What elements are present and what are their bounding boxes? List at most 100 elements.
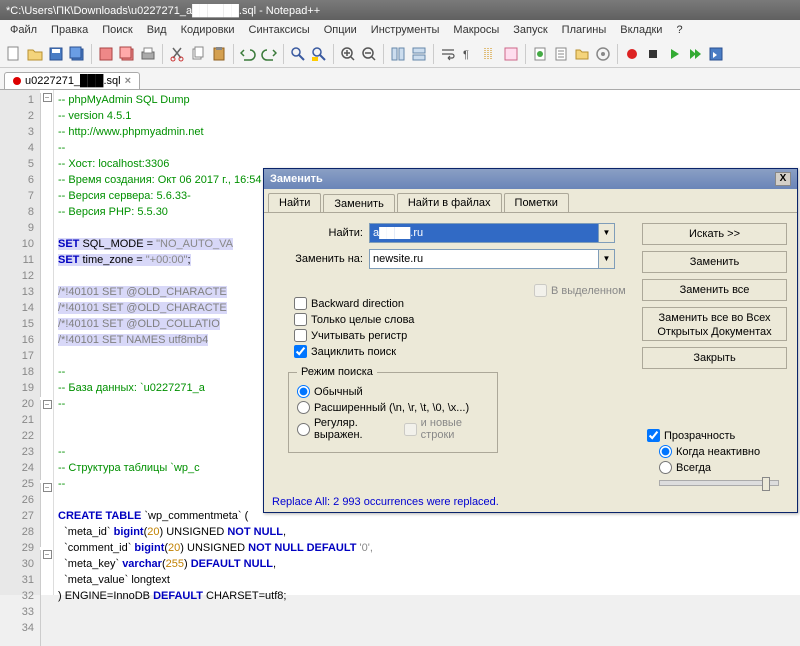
code-text: NOT NULL — [227, 526, 283, 538]
replace-button[interactable]: Заменить — [642, 251, 787, 273]
code-text: , — [283, 526, 286, 538]
backward-checkbox[interactable] — [294, 297, 307, 310]
tab-replace[interactable]: Заменить — [323, 194, 394, 213]
redo-icon[interactable] — [260, 45, 278, 63]
toolbar-separator — [91, 44, 92, 64]
match-case-checkbox[interactable] — [294, 329, 307, 342]
doc-map-icon[interactable] — [531, 45, 549, 63]
tab-close-icon[interactable]: × — [125, 75, 131, 87]
sync-h-icon[interactable] — [410, 45, 428, 63]
menu-help[interactable]: ? — [670, 22, 688, 38]
menu-plugins[interactable]: Плагины — [556, 22, 613, 38]
trans-inactive-radio[interactable] — [659, 445, 672, 458]
menu-run[interactable]: Запуск — [507, 22, 553, 38]
tab-mark[interactable]: Пометки — [504, 193, 569, 212]
paste-icon[interactable] — [210, 45, 228, 63]
menu-search[interactable]: Поиск — [96, 22, 138, 38]
indent-guide-icon[interactable] — [481, 45, 499, 63]
dialog-close-icon[interactable]: X — [775, 172, 791, 186]
func-list-icon[interactable] — [552, 45, 570, 63]
menu-encoding[interactable]: Кодировки — [175, 22, 241, 38]
slider-thumb-icon[interactable] — [762, 477, 770, 491]
file-tab[interactable]: u0227271_███.sql × — [4, 72, 140, 89]
play-multi-icon[interactable] — [686, 45, 704, 63]
print-icon[interactable] — [139, 45, 157, 63]
folder-panel-icon[interactable] — [573, 45, 591, 63]
open-file-icon[interactable] — [26, 45, 44, 63]
code-text: /*!40101 SET @OLD_CHARACTE — [58, 286, 227, 298]
wrap-checkbox[interactable] — [294, 345, 307, 358]
whole-words-checkbox[interactable] — [294, 313, 307, 326]
mode-extended-row: Расширенный (\n, \r, \t, \0, \x...) — [297, 401, 489, 414]
line-num: 1 — [0, 92, 34, 108]
dialog-buttons: Искать >> Заменить Заменить все Заменить… — [642, 223, 787, 375]
line-num: 23 — [0, 444, 34, 460]
replace-dropdown-icon[interactable]: ▼ — [599, 249, 615, 269]
replace-input[interactable] — [369, 249, 599, 269]
save-all-icon[interactable] — [68, 45, 86, 63]
cut-icon[interactable] — [168, 45, 186, 63]
file-tab-label: u0227271_███.sql — [25, 75, 121, 87]
replace-all-button[interactable]: Заменить все — [642, 279, 787, 301]
fold-box-icon[interactable]: − — [43, 483, 52, 492]
play-macro-icon[interactable] — [665, 45, 683, 63]
copy-icon[interactable] — [189, 45, 207, 63]
unsaved-dot-icon — [13, 77, 21, 85]
menu-options[interactable]: Опции — [318, 22, 363, 38]
fold-box-icon[interactable]: − — [43, 400, 52, 409]
new-file-icon[interactable] — [5, 45, 23, 63]
user-lang-icon[interactable] — [502, 45, 520, 63]
menu-edit[interactable]: Правка — [45, 22, 94, 38]
code-text: ) — [184, 558, 191, 570]
zoom-in-icon[interactable] — [339, 45, 357, 63]
code-text: bigint — [114, 526, 144, 538]
window-titlebar: *C:\Users\ПК\Downloads\u0227271_a██████.… — [0, 0, 800, 20]
fold-margin: − − − − — [40, 90, 54, 595]
code-text: -- — [58, 366, 65, 378]
mode-extended-radio[interactable] — [297, 401, 310, 414]
find-dropdown-icon[interactable]: ▼ — [599, 223, 615, 243]
mode-normal-radio[interactable] — [297, 385, 310, 398]
close-all-icon[interactable] — [118, 45, 136, 63]
mode-regex-radio[interactable] — [297, 423, 310, 436]
menu-file[interactable]: Файл — [4, 22, 43, 38]
tab-find[interactable]: Найти — [268, 193, 321, 212]
monitoring-icon[interactable] — [594, 45, 612, 63]
fold-box-icon[interactable]: − — [43, 93, 52, 102]
line-num: 27 — [0, 508, 34, 524]
close-button[interactable]: Закрыть — [642, 347, 787, 369]
undo-icon[interactable] — [239, 45, 257, 63]
record-macro-icon[interactable] — [623, 45, 641, 63]
transparency-slider[interactable] — [659, 480, 779, 486]
line-gutter: 1234567891011121314151617181920212223242… — [0, 90, 40, 595]
menu-tools[interactable]: Инструменты — [365, 22, 446, 38]
zoom-out-icon[interactable] — [360, 45, 378, 63]
wrap-label: Зациклить поиск — [311, 346, 396, 358]
trans-inactive-row: Когда неактивно — [659, 445, 779, 458]
status-text: Replace All: 2 993 occurrences were repl… — [268, 490, 499, 508]
save-macro-icon[interactable] — [707, 45, 725, 63]
search-button[interactable]: Искать >> — [642, 223, 787, 245]
sync-v-icon[interactable] — [389, 45, 407, 63]
replace-icon[interactable] — [310, 45, 328, 63]
find-icon[interactable] — [289, 45, 307, 63]
in-selection-row: В выделенном — [534, 284, 626, 297]
fold-box-icon[interactable]: − — [43, 550, 52, 559]
menu-tabs[interactable]: Вкладки — [614, 22, 668, 38]
menu-macros[interactable]: Макросы — [447, 22, 505, 38]
wordwrap-icon[interactable] — [439, 45, 457, 63]
close-file-icon[interactable] — [97, 45, 115, 63]
menu-syntax[interactable]: Синтаксисы — [243, 22, 316, 38]
dialog-titlebar[interactable]: Заменить X — [264, 169, 797, 189]
trans-always-radio[interactable] — [659, 461, 672, 474]
line-num: 29 — [0, 540, 34, 556]
show-all-chars-icon[interactable]: ¶ — [460, 45, 478, 63]
stop-macro-icon[interactable] — [644, 45, 662, 63]
find-input[interactable] — [369, 223, 599, 243]
replace-all-open-button[interactable]: Заменить все во Всех Открытых Документах — [642, 307, 787, 341]
whole-words-label: Только целые слова — [311, 314, 414, 326]
tab-find-in-files[interactable]: Найти в файлах — [397, 193, 502, 212]
menu-view[interactable]: Вид — [141, 22, 173, 38]
transparency-checkbox[interactable] — [647, 429, 660, 442]
save-icon[interactable] — [47, 45, 65, 63]
